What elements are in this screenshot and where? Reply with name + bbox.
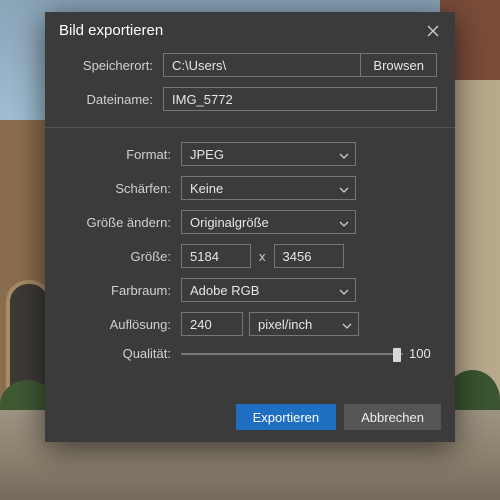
close-button[interactable]	[425, 23, 441, 39]
colorspace-select[interactable]: Adobe RGB	[181, 278, 356, 302]
sharpen-label: Schärfen:	[63, 181, 181, 196]
dialog-title: Bild exportieren	[59, 22, 163, 39]
quality-slider[interactable]	[181, 347, 403, 361]
chevron-down-icon	[339, 183, 349, 193]
close-icon	[427, 25, 439, 37]
size-label: Größe:	[63, 249, 181, 264]
cancel-button[interactable]: Abbrechen	[344, 404, 441, 430]
resize-value: Originalgröße	[190, 215, 269, 230]
location-label: Speicherort:	[63, 58, 163, 73]
slider-thumb[interactable]	[393, 348, 401, 362]
width-input[interactable]	[181, 244, 251, 268]
size-separator: x	[257, 249, 268, 264]
dialog-footer: Exportieren Abbrechen	[45, 392, 455, 442]
filename-label: Dateiname:	[63, 92, 163, 107]
format-value: JPEG	[190, 147, 224, 162]
quality-label: Qualität:	[63, 346, 181, 361]
quality-value: 100	[409, 346, 437, 361]
chevron-down-icon	[339, 285, 349, 295]
export-button[interactable]: Exportieren	[236, 404, 336, 430]
resolution-label: Auflösung:	[63, 317, 181, 332]
sharpen-value: Keine	[190, 181, 223, 196]
browse-button[interactable]: Browsen	[360, 53, 437, 77]
location-input[interactable]	[163, 53, 360, 77]
format-label: Format:	[63, 147, 181, 162]
height-input[interactable]	[274, 244, 344, 268]
resolution-input[interactable]	[181, 312, 243, 336]
dialog-titlebar: Bild exportieren	[45, 12, 455, 53]
divider	[45, 127, 455, 128]
colorspace-value: Adobe RGB	[190, 283, 259, 298]
chevron-down-icon	[339, 149, 349, 159]
format-select[interactable]: JPEG	[181, 142, 356, 166]
chevron-down-icon	[342, 319, 352, 329]
sharpen-select[interactable]: Keine	[181, 176, 356, 200]
export-dialog: Bild exportieren Speicherort: Browsen Da…	[45, 12, 455, 442]
resolution-unit-select[interactable]: pixel/inch	[249, 312, 359, 336]
colorspace-label: Farbraum:	[63, 283, 181, 298]
resize-label: Größe ändern:	[63, 215, 181, 230]
resize-select[interactable]: Originalgröße	[181, 210, 356, 234]
filename-input[interactable]	[163, 87, 437, 111]
chevron-down-icon	[339, 217, 349, 227]
resolution-unit-value: pixel/inch	[258, 317, 312, 332]
